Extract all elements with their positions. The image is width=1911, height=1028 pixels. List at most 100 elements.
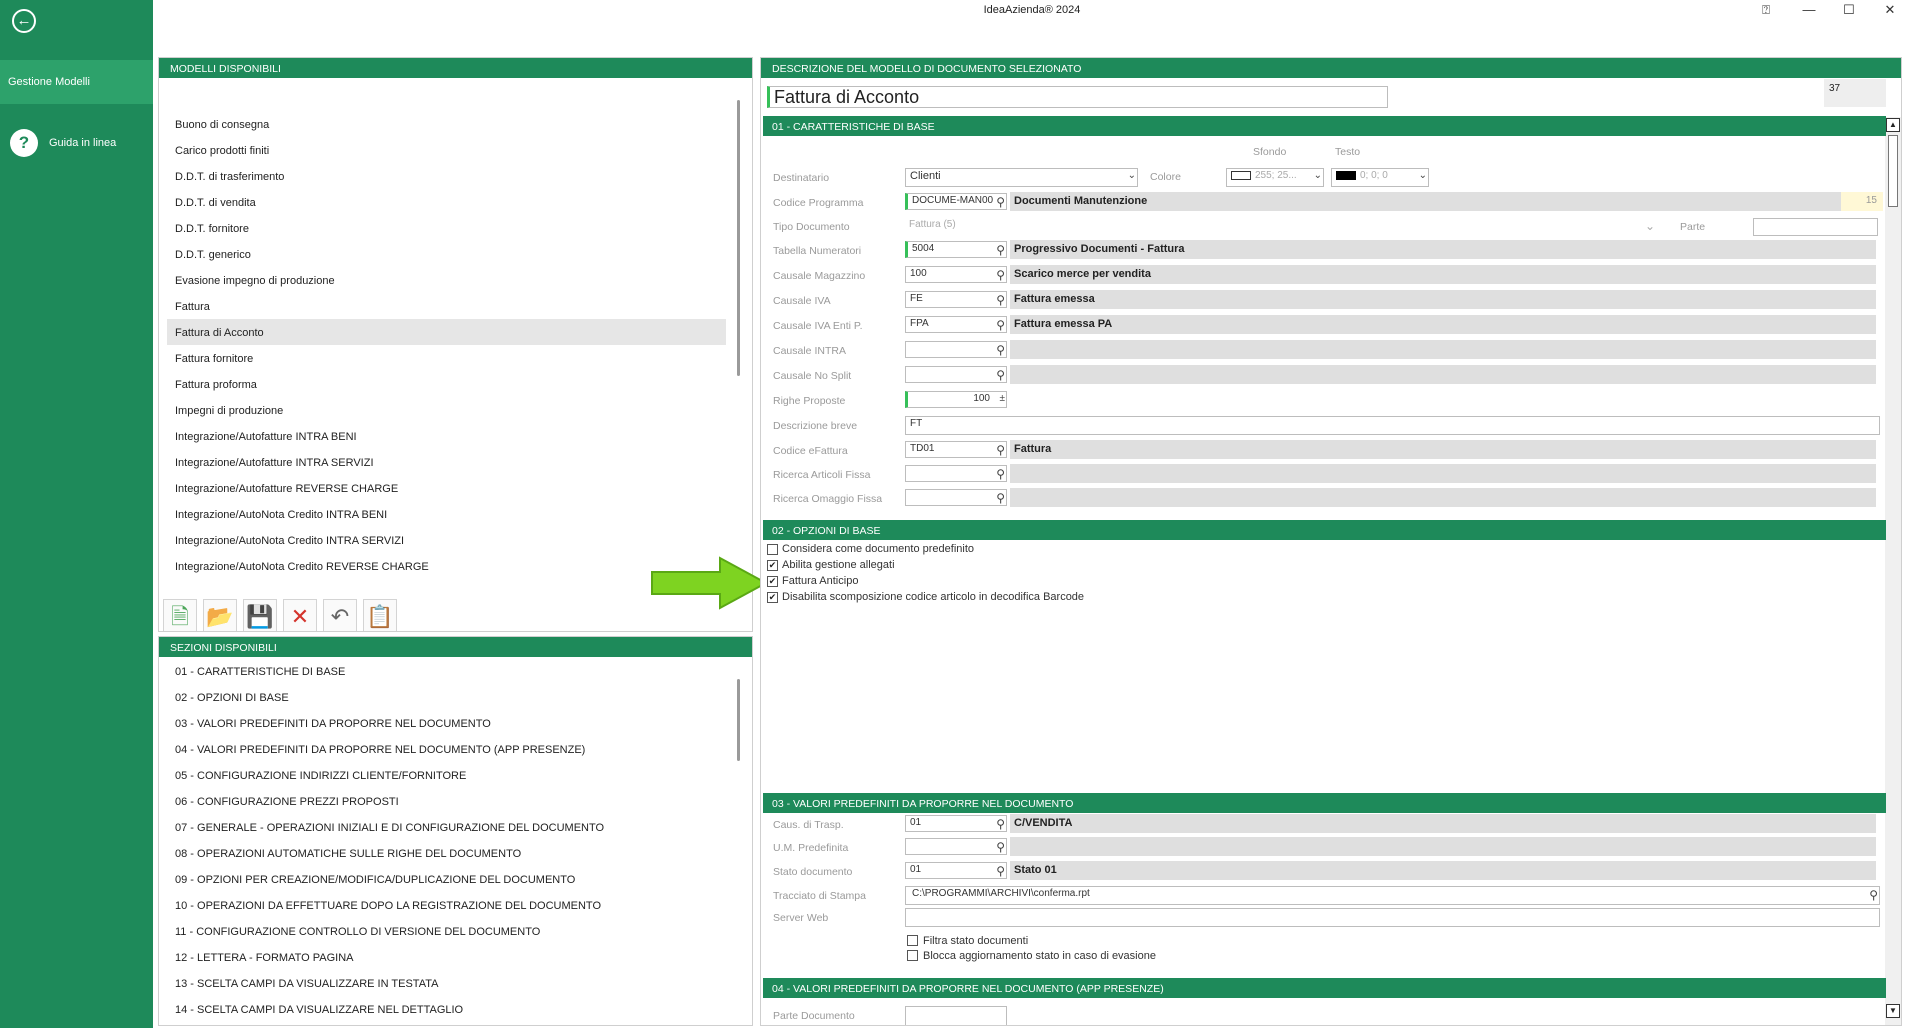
sfondo-color-select[interactable]: 255; 25... ⌄ [1226,168,1324,187]
model-list-item[interactable]: Buono di consegna [167,111,726,137]
section-list-item[interactable]: 06 - CONFIGURAZIONE PREZZI PROPOSTI [167,788,726,814]
save-icon[interactable]: 💾 [243,599,277,631]
tipo-documento-select[interactable]: Fattura (5) ⌄ [905,218,1656,235]
model-list-item[interactable]: Impegni di produzione [167,397,726,423]
section-list-item[interactable]: 07 - GENERALE - OPERAZIONI INIZIALI E DI… [167,814,726,840]
tabella-numeratori-input[interactable]: 5004 ⚲ [905,241,1007,258]
search-icon[interactable]: ⚲ [996,195,1005,209]
causale-iva-pa-input[interactable]: FPA ⚲ [905,316,1007,333]
section-list-item[interactable]: 01 - CARATTERISTICHE DI BASE [167,658,726,684]
scroll-thumb[interactable] [1888,135,1898,207]
destinatario-select[interactable]: Clienti ⌄ [905,168,1138,187]
search-icon[interactable]: ⚲ [996,318,1005,332]
testo-color-select[interactable]: 0; 0; 0 ⌄ [1331,168,1429,187]
caus-trasp-input[interactable]: 01 ⚲ [905,815,1007,832]
testo-column-label: Testo [1335,146,1361,158]
close-button[interactable]: ✕ [1880,2,1900,18]
model-list-item[interactable]: Carico prodotti finiti [167,137,726,163]
codice-programma-input[interactable]: DOCUME-MAN00 ⚲ [905,193,1007,210]
search-icon[interactable]: ⚲ [996,467,1005,481]
section-list-item[interactable]: 10 - OPERAZIONI DA EFFETTUARE DOPO LA RE… [167,892,726,918]
tracciato-stampa-input[interactable]: C:\PROGRAMMI\ARCHIVI\conferma.rpt ⚲ [905,886,1880,905]
codice-efattura-input[interactable]: TD01 ⚲ [905,441,1007,458]
search-icon[interactable]: ⚲ [996,243,1005,257]
maximize-button[interactable]: ☐ [1839,2,1859,18]
option-checkbox[interactable]: ✔ [767,560,778,571]
model-list-item[interactable]: Fattura di Acconto [167,319,726,345]
section-list-item[interactable]: 04 - VALORI PREDEFINITI DA PROPORRE NEL … [167,736,726,762]
model-list-item[interactable]: D.D.T. generico [167,241,726,267]
stato-documento-input[interactable]: 01 ⚲ [905,862,1007,879]
section-list-item[interactable]: 14 - SCELTA CAMPI DA VISUALIZZARE NEL DE… [167,996,726,1022]
search-icon[interactable]: ⚲ [996,343,1005,357]
option-checkbox[interactable]: ✔ [767,576,778,587]
section-list-item[interactable]: 03 - VALORI PREDEFINITI DA PROPORRE NEL … [167,710,726,736]
search-icon[interactable]: ⚲ [996,840,1005,854]
causale-intra-input[interactable]: ⚲ [905,341,1007,358]
section-list-item[interactable]: 09 - OPZIONI PER CREAZIONE/MODIFICA/DUPL… [167,866,726,892]
search-icon[interactable]: ⚲ [996,368,1005,382]
blocca-aggiornamento-checkbox[interactable] [907,950,918,961]
server-web-input[interactable] [905,908,1880,927]
model-list-item[interactable]: D.D.T. fornitore [167,215,726,241]
parte-input[interactable] [1753,218,1878,236]
new-document-icon[interactable]: 🗎 [163,599,197,631]
model-name-input[interactable]: Fattura di Acconto [767,86,1388,108]
model-list-item[interactable]: Evasione impegno di produzione [167,267,726,293]
stepper-icon[interactable]: ± [1000,393,1006,404]
model-list-item[interactable]: Fattura [167,293,726,319]
section-list-item[interactable]: 12 - LETTERA - FORMATO PAGINA [167,944,726,970]
causale-magazzino-input[interactable]: 100 ⚲ [905,266,1007,283]
option-checkbox[interactable] [767,544,778,555]
scroll-up-icon[interactable]: ▲ [1886,118,1900,132]
search-icon[interactable]: ⚲ [996,864,1005,878]
model-list-item[interactable]: D.D.T. di vendita [167,189,726,215]
model-list-item[interactable]: D.D.T. di trasferimento [167,163,726,189]
delete-icon[interactable]: ✕ [283,599,317,631]
model-list-item[interactable]: Integrazione/AutoNota Credito INTRA SERV… [167,527,726,553]
model-list-item[interactable]: Integrazione/Autofatture INTRA SERVIZI [167,449,726,475]
search-icon[interactable]: ⚲ [996,443,1005,457]
parte-documento-input[interactable] [905,1006,1007,1025]
copy-icon[interactable]: 📋 [363,599,397,631]
section-list-item[interactable]: 11 - CONFIGURAZIONE CONTROLLO DI VERSION… [167,918,726,944]
model-list-item[interactable]: Integrazione/Autofatture REVERSE CHARGE [167,475,726,501]
scroll-down-icon[interactable]: ▼ [1886,1004,1900,1018]
righe-proposte-stepper[interactable]: 100 ± [905,391,1007,408]
sections-scrollbar[interactable] [737,679,740,761]
descrizione-breve-input[interactable]: FT [905,416,1880,435]
open-folder-icon[interactable]: 📂 [203,599,237,631]
sidebar-item-guida[interactable]: ? Guida in linea [10,129,150,157]
causale-iva-input[interactable]: FE ⚲ [905,291,1007,308]
filtra-stato-checkbox[interactable] [907,935,918,946]
undo-icon[interactable]: ↶ [323,599,357,631]
search-icon[interactable]: ⚲ [1869,888,1878,902]
back-arrow-icon[interactable]: ← [12,9,36,33]
ricerca-articoli-input[interactable]: ⚲ [905,465,1007,482]
model-list-item[interactable]: Integrazione/Autofatture INTRA BENI [167,423,726,449]
stato-documento-code: 01 [910,864,922,875]
ricerca-omaggio-input[interactable]: ⚲ [905,489,1007,506]
model-list-item[interactable]: Fattura proforma [167,371,726,397]
causale-nosplit-input[interactable]: ⚲ [905,366,1007,383]
section-list-item[interactable]: 05 - CONFIGURAZIONE INDIRIZZI CLIENTE/FO… [167,762,726,788]
option-checkbox[interactable]: ✔ [767,592,778,603]
search-icon[interactable]: ⚲ [996,817,1005,831]
section-list-item[interactable]: 02 - OPZIONI DI BASE [167,684,726,710]
search-icon[interactable]: ⚲ [996,491,1005,505]
search-icon[interactable]: ⚲ [996,268,1005,282]
model-list-item[interactable]: Fattura fornitore [167,345,726,371]
section-list-item[interactable]: 13 - SCELTA CAMPI DA VISUALIZZARE IN TES… [167,970,726,996]
destinatario-label: Destinatario [773,172,830,184]
model-list-item[interactable]: Integrazione/AutoNota Credito REVERSE CH… [167,553,726,579]
sidebar-item-gestione-modelli[interactable]: Gestione Modelli [0,60,153,104]
green-arrow-icon [651,556,768,610]
help-window-icon[interactable]: ⍰ [1756,2,1776,18]
um-predefinita-input[interactable]: ⚲ [905,838,1007,855]
models-scrollbar[interactable] [737,100,740,376]
minimize-button[interactable]: — [1799,2,1819,17]
detail-scrollbar[interactable] [1885,117,1901,1025]
model-list-item[interactable]: Integrazione/AutoNota Credito INTRA BENI [167,501,726,527]
section-list-item[interactable]: 08 - OPERAZIONI AUTOMATICHE SULLE RIGHE … [167,840,726,866]
search-icon[interactable]: ⚲ [996,293,1005,307]
